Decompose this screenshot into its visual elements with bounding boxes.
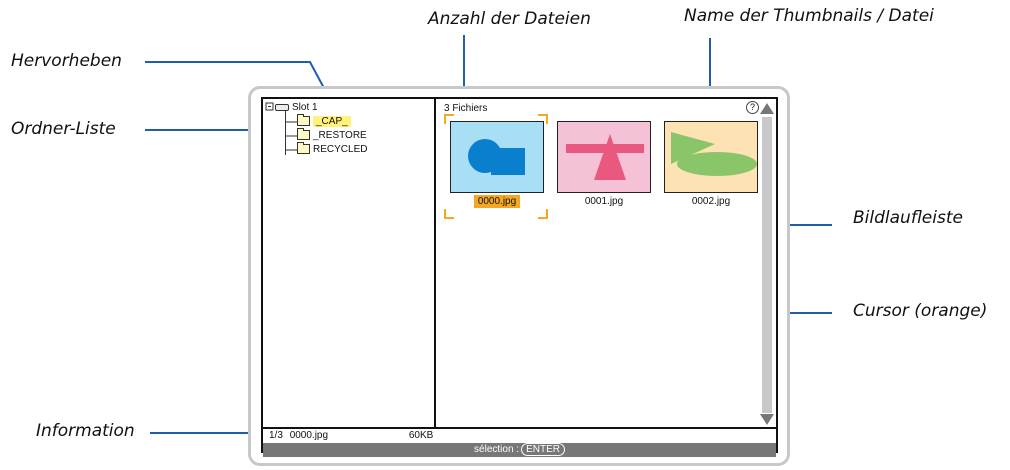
thumbnail-label-0001: 0001.jpg xyxy=(584,196,624,207)
tree-item-label: RECYCLED xyxy=(313,144,368,155)
callout-hervorheben: Hervorheben xyxy=(11,51,122,71)
enter-key[interactable]: ENTER xyxy=(521,443,565,456)
thumbnail-image xyxy=(665,122,757,192)
thumbnail-0000[interactable] xyxy=(450,121,544,193)
info-index: 1/3 xyxy=(269,430,283,441)
thumbnail-pane: 3 Fichiers ? 0000.jpg 0001.jpg 0002.jpg xyxy=(438,99,776,427)
tree-item-recycled[interactable]: RECYCLED xyxy=(297,142,368,156)
cursor-corner-bl xyxy=(444,209,454,219)
callout-information: Information xyxy=(36,421,135,441)
scroll-down-arrow-icon[interactable] xyxy=(760,414,774,425)
file-browser-window: Slot 1 _CAP_ _RESTORE RECYCLED 3 Fichier… xyxy=(248,86,790,466)
tree-root[interactable]: Slot 1 xyxy=(275,101,318,114)
folder-tree: Slot 1 _CAP_ _RESTORE RECYCLED xyxy=(263,99,436,427)
help-icon[interactable]: ? xyxy=(746,101,759,114)
tree-item-label: _RESTORE xyxy=(313,130,367,141)
info-bar: 1/3 0000.jpg 60KB xyxy=(263,427,776,443)
status-label: sélection : xyxy=(474,444,520,455)
cursor-corner-br xyxy=(538,209,548,219)
tree-item-restore[interactable]: _RESTORE xyxy=(297,128,367,142)
callout-cursor: Cursor (orange) xyxy=(853,301,988,321)
thumbnail-label-0002: 0002.jpg xyxy=(691,196,731,207)
tree-item-label: _CAP_ xyxy=(313,116,351,127)
thumbnail-image xyxy=(451,122,543,192)
scroll-up-arrow-icon[interactable] xyxy=(760,103,774,114)
thumbnail-0001[interactable] xyxy=(557,121,651,193)
thumbnail-image xyxy=(558,122,650,192)
tree-item-cap[interactable]: _CAP_ xyxy=(297,114,351,128)
browser-frame: Slot 1 _CAP_ _RESTORE RECYCLED 3 Fichier… xyxy=(261,97,778,457)
callout-anzahl: Anzahl der Dateien xyxy=(428,9,591,29)
thumbnail-label-0000: 0000.jpg xyxy=(447,195,547,208)
drive-icon xyxy=(275,103,289,111)
thumbnail-0002[interactable] xyxy=(664,121,758,193)
info-filename: 0000.jpg xyxy=(289,430,329,441)
status-bar: sélection : ENTER xyxy=(263,443,776,457)
folder-icon xyxy=(297,128,310,141)
open-folder-icon xyxy=(297,114,310,127)
callout-name: Name der Thumbnails / Datei xyxy=(684,6,934,26)
info-size: 60KB xyxy=(408,430,434,441)
callout-bildlauf: Bildlaufleiste xyxy=(853,208,963,228)
file-count: 3 Fichiers xyxy=(444,103,488,114)
scrollbar[interactable] xyxy=(762,117,772,413)
callout-ordner-liste: Ordner-Liste xyxy=(11,119,116,139)
folder-icon xyxy=(297,142,310,155)
tree-root-label: Slot 1 xyxy=(292,102,318,113)
